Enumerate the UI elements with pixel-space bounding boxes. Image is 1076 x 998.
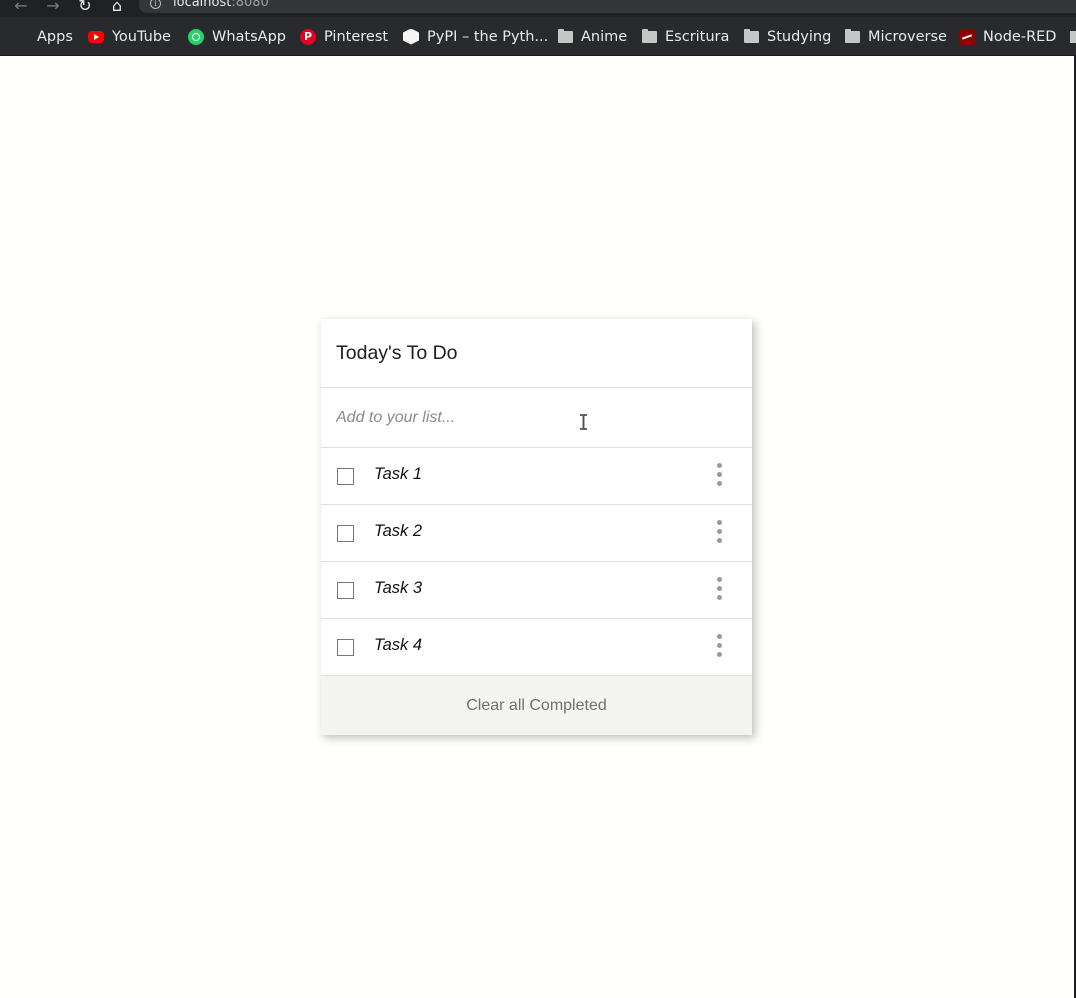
- url-port: :8080: [231, 0, 269, 10]
- todo-card: Today's To Do Task 1 Task 2 Task 3 Task …: [321, 319, 752, 735]
- kebab-menu-icon[interactable]: [715, 463, 725, 489]
- bookmark-label: Microverse: [868, 28, 947, 45]
- browser-toolbar: ← → ↻ ⌂ i localhost:8080: [0, 0, 1076, 17]
- task-label[interactable]: Task 1: [374, 465, 422, 484]
- bookmark-pypi[interactable]: PyPI – the Pyth...: [403, 17, 548, 56]
- bookmark-folder-escritura[interactable]: Escritura: [642, 17, 729, 56]
- folder-icon: [744, 28, 759, 43]
- bookmark-label: PyPI – the Pyth...: [427, 28, 549, 45]
- task-item: Task 4: [321, 619, 752, 676]
- task-checkbox[interactable]: [337, 468, 354, 485]
- apps-grid-icon: [13, 29, 29, 45]
- folder-icon: [845, 28, 860, 43]
- url-text: localhost:8080: [173, 0, 269, 10]
- node-red-icon: [959, 28, 975, 45]
- bookmark-label: Escritura: [665, 28, 730, 45]
- reload-icon[interactable]: ↻: [75, 0, 95, 15]
- bookmark-folder-microverse[interactable]: Microverse: [845, 17, 947, 56]
- bookmark-whatsapp[interactable]: WhatsApp: [188, 17, 286, 56]
- task-item: Task 3: [321, 562, 752, 619]
- kebab-menu-icon[interactable]: [715, 577, 725, 603]
- folder-icon: [642, 28, 657, 43]
- folder-icon: [558, 28, 573, 43]
- bookmark-label: WhatsApp: [212, 28, 286, 45]
- pinterest-icon: P: [300, 28, 316, 45]
- task-item: Task 2: [321, 505, 752, 562]
- info-icon[interactable]: i: [150, 0, 161, 9]
- clear-completed-button[interactable]: Clear all Completed: [321, 676, 752, 735]
- bookmark-label: Anime: [581, 28, 628, 45]
- bookmark-label: YouTube: [112, 28, 171, 45]
- kebab-menu-icon[interactable]: [715, 520, 725, 546]
- forward-arrow-icon[interactable]: →: [43, 0, 63, 15]
- whatsapp-icon: [188, 28, 204, 45]
- bookmark-apps[interactable]: Apps: [13, 17, 73, 56]
- task-checkbox[interactable]: [337, 582, 354, 599]
- todo-title: Today's To Do: [321, 319, 752, 388]
- kebab-menu-icon[interactable]: [715, 634, 725, 660]
- bookmark-folder-studying[interactable]: Studying: [744, 17, 831, 56]
- pypi-icon: [403, 28, 419, 45]
- home-icon[interactable]: ⌂: [107, 0, 127, 15]
- back-arrow-icon[interactable]: ←: [11, 0, 31, 15]
- address-bar[interactable]: i localhost:8080: [139, 0, 1076, 13]
- bookmark-label: Studying: [767, 28, 832, 45]
- task-item: Task 1: [321, 448, 752, 505]
- url-host: localhost: [173, 0, 232, 10]
- bookmark-folder-anime[interactable]: Anime: [558, 17, 627, 56]
- bookmark-pinterest[interactable]: P Pinterest: [300, 17, 388, 56]
- task-label[interactable]: Task 2: [374, 522, 422, 541]
- task-label[interactable]: Task 3: [374, 579, 422, 598]
- bookmarks-bar: Apps YouTube WhatsApp P Pinterest PyPI –…: [0, 17, 1076, 56]
- text-cursor-icon: [580, 414, 587, 430]
- bookmark-label: Node-RED: [983, 28, 1057, 45]
- bookmark-node-red[interactable]: Node-RED: [959, 17, 1056, 56]
- youtube-icon: [88, 30, 104, 43]
- add-task-input[interactable]: [321, 388, 752, 447]
- task-label[interactable]: Task 4: [374, 636, 422, 655]
- bookmark-label: Pinterest: [324, 28, 389, 45]
- bookmark-label: Apps: [37, 28, 73, 45]
- add-task-row: [321, 388, 752, 448]
- task-checkbox[interactable]: [337, 525, 354, 542]
- bookmark-youtube[interactable]: YouTube: [88, 17, 171, 56]
- more-bookmarks-folder-icon[interactable]: [1070, 31, 1076, 43]
- task-checkbox[interactable]: [337, 639, 354, 656]
